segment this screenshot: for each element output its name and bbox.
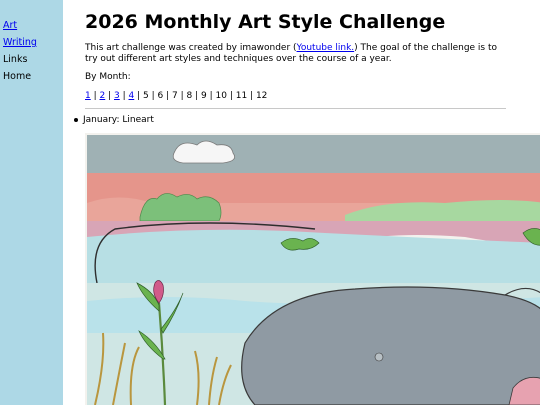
month-separator: |: [177, 91, 187, 101]
month-separator: |: [247, 91, 256, 101]
month-separator: |: [206, 91, 216, 101]
by-month-label: By Month:: [85, 72, 131, 82]
main-content: 2026 Monthly Art Style Challenge This ar…: [74, 0, 540, 405]
divider: [85, 108, 506, 109]
month-separator: |: [134, 91, 143, 101]
month-nav: 1 | 2 | 3 | 4 | 5 | 6 | 7 | 8 | 9 | 10 |…: [85, 91, 267, 102]
sidebar: Art Writing Links Home: [0, 0, 63, 405]
page-title: 2026 Monthly Art Style Challenge: [85, 11, 446, 33]
month-separator: |: [192, 91, 201, 101]
intro-text-before: This art challenge was created by imawon…: [85, 43, 297, 53]
sidebar-item-links: Links: [3, 54, 28, 65]
hippo-painting-image: [85, 133, 540, 405]
month-text-10: 10: [215, 91, 227, 101]
month-separator: |: [226, 91, 236, 101]
month-separator: |: [105, 91, 114, 101]
month-text-11: 11: [235, 91, 248, 101]
month-separator: |: [148, 91, 158, 101]
list-item-january: January: Lineart: [74, 115, 154, 126]
month-text-12: 12: [255, 91, 268, 101]
intro-paragraph: This art challenge was created by imawon…: [85, 43, 510, 65]
youtube-link[interactable]: Youtube link.: [297, 43, 355, 53]
sidebar-link-writing[interactable]: Writing: [3, 37, 37, 48]
sidebar-link-art[interactable]: Art: [3, 20, 17, 31]
bullet-dot: [74, 117, 78, 122]
sidebar-nav: Art Writing Links Home: [3, 20, 37, 88]
month-separator: |: [119, 91, 129, 101]
sidebar-item-home: Home: [3, 71, 32, 82]
sidebar-item-writing: Writing: [3, 37, 37, 54]
sidebar-item-art: Art: [3, 20, 37, 37]
month-separator: |: [163, 91, 172, 101]
entry-text: January: Lineart: [83, 115, 154, 125]
month-separator: |: [90, 91, 100, 101]
